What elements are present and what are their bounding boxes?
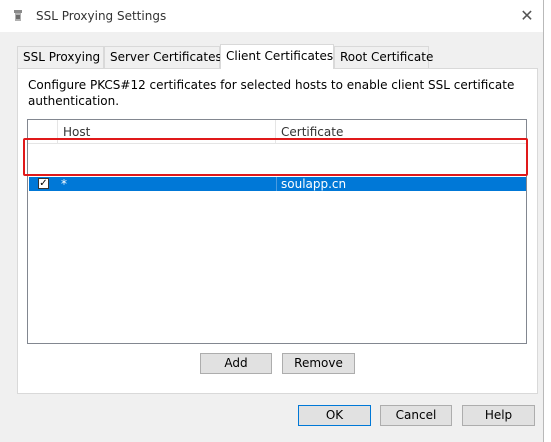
host-cell: * bbox=[61, 177, 67, 191]
close-icon[interactable]: ✕ bbox=[516, 6, 538, 26]
column-header-certificate[interactable]: Certificate bbox=[281, 125, 343, 139]
window-title: SSL Proxying Settings bbox=[36, 9, 167, 23]
tab-client-certificates[interactable]: Client Certificates bbox=[220, 44, 334, 69]
help-button[interactable]: Help bbox=[462, 405, 535, 426]
remove-button[interactable]: Remove bbox=[282, 353, 355, 374]
table-row[interactable]: ✓ * soulapp.cn bbox=[29, 177, 526, 191]
tab-ssl-proxying[interactable]: SSL Proxying bbox=[17, 46, 104, 68]
client-certificates-table[interactable]: Host Certificate ✓ * soulapp.cn bbox=[27, 119, 527, 344]
tab-root-certificate[interactable]: Root Certificate bbox=[334, 46, 433, 68]
title-bar: SSL Proxying Settings ✕ bbox=[0, 0, 543, 32]
add-button[interactable]: Add bbox=[200, 353, 272, 374]
charles-app-icon bbox=[14, 10, 22, 21]
panel-description: Configure PKCS#12 certificates for selec… bbox=[28, 78, 515, 108]
cell-separator bbox=[276, 177, 277, 191]
certificate-cell: soulapp.cn bbox=[281, 177, 347, 191]
ssl-proxying-settings-dialog: SSL Proxying Settings ✕ SSL Proxying Ser… bbox=[0, 0, 544, 442]
tab-server-certificates[interactable]: Server Certificates bbox=[104, 46, 222, 68]
cancel-button[interactable]: Cancel bbox=[380, 405, 452, 426]
ok-button[interactable]: OK bbox=[298, 405, 371, 426]
column-separator[interactable] bbox=[275, 120, 276, 143]
column-header-host[interactable]: Host bbox=[63, 125, 90, 139]
table-header: Host Certificate bbox=[28, 120, 526, 144]
checkbox-checked-icon[interactable]: ✓ bbox=[38, 178, 49, 189]
background-window-fragment bbox=[544, 0, 551, 442]
column-separator[interactable] bbox=[57, 120, 58, 143]
